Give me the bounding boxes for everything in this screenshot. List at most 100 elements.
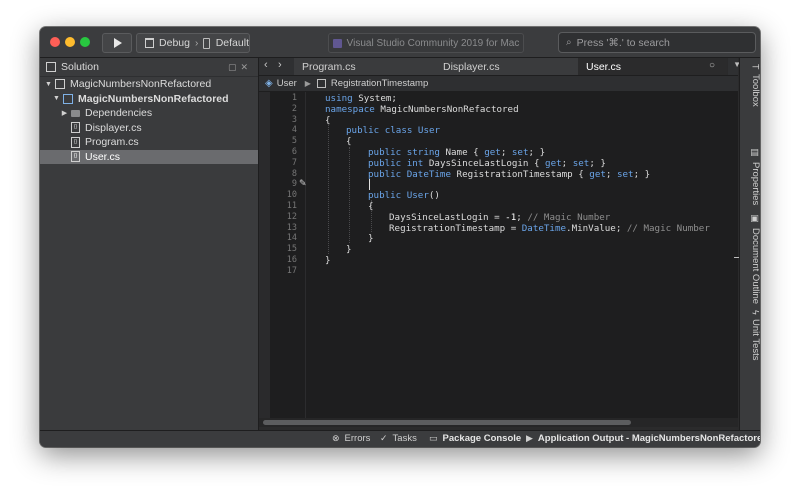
tasks-pad-button[interactable]: ✓ Tasks <box>380 433 417 444</box>
search-placeholder: Press '⌘.' to search <box>576 36 670 49</box>
path-member-selector[interactable]: RegistrationTimestamp <box>331 78 428 89</box>
tab-program-cs[interactable]: Program.cs <box>294 58 442 75</box>
ide-window: Debug › Default Visual Studio Community … <box>40 27 760 447</box>
line-number: 4 <box>291 125 297 136</box>
navigate-back-icon[interactable]: ‹ <box>264 59 268 71</box>
close-window-button[interactable] <box>50 37 60 47</box>
code-line: } <box>368 233 374 244</box>
tree-item-displayer[interactable]: {} Displayer.cs <box>40 121 258 136</box>
window-icon <box>145 38 155 48</box>
folding-margin <box>305 92 306 418</box>
tree-item-program[interactable]: {} Program.cs <box>40 135 258 150</box>
tree-item-label: Program.cs <box>85 136 139 149</box>
line-number: 8 <box>291 168 297 179</box>
search-icon: ⌕ <box>566 37 572 48</box>
collapsed-triangle-icon[interactable]: ▶ <box>60 109 69 117</box>
main-toolbar: Debug › Default Visual Studio Community … <box>40 27 760 58</box>
code-token: } <box>368 233 374 245</box>
code-line: public class User <box>346 125 440 136</box>
path-class-selector[interactable]: User <box>277 78 297 89</box>
code-line: public DateTime RegistrationTimestamp { … <box>368 169 650 180</box>
minimize-window-button[interactable] <box>65 37 75 47</box>
dock-document-outline[interactable]: ▣ Document Outline <box>740 214 760 314</box>
application-output-button[interactable]: ▶ Application Output - MagicNumbersNonRe… <box>526 433 760 444</box>
code-line: public User() <box>368 190 440 201</box>
text-caret <box>369 179 370 191</box>
code-token: ; } <box>633 168 651 180</box>
document-tabs: ‹ › Program.cs Displayer.cs User.cs ○ ▼ <box>259 58 741 76</box>
pad-controls-icon[interactable]: ▢✕ <box>228 62 252 73</box>
line-number: 2 <box>291 103 297 114</box>
tree-item-dependencies[interactable]: ▶ Dependencies <box>40 106 258 121</box>
code-line: public int DaysSinceLastLogin { get; set… <box>368 158 606 169</box>
editor-gutter: 1 2 3 4 5 6 7 8 9 10 11 12 13 14 15 16 1… <box>259 92 311 418</box>
keyword-token: get <box>545 157 562 169</box>
expanded-triangle-icon[interactable]: ▼ <box>44 81 53 88</box>
code-token: ; <box>605 168 617 180</box>
lightning-icon: ϟ <box>750 310 761 315</box>
right-dock: T Toolbox ▤ Properties ▣ Document Outlin… <box>739 58 760 430</box>
keyword-token: public <box>368 147 402 158</box>
tab-displayer-cs[interactable]: Displayer.cs <box>435 58 585 75</box>
scrollbar-thumb[interactable] <box>263 420 631 425</box>
status-label: Application Output - MagicNumbersNonRefa… <box>537 433 760 444</box>
code-line: namespace MagicNumbersNonRefactored <box>325 104 519 115</box>
type-token: User <box>401 190 429 202</box>
zoom-window-button[interactable] <box>80 37 90 47</box>
app-title: Visual Studio Community 2019 for Mac <box>346 37 520 49</box>
path-bar: ◈ User ▶ RegistrationTimestamp <box>259 76 738 92</box>
tree-item-project[interactable]: ▼ MagicNumbersNonRefactored <box>40 92 258 107</box>
keyword-token: get <box>484 147 501 158</box>
keyword-token: using <box>325 93 353 104</box>
tree-item-user[interactable]: {} User.cs <box>40 149 258 164</box>
play-icon: ▶ <box>526 433 533 443</box>
configuration-selector[interactable]: Debug › Default <box>136 33 250 53</box>
pencil-edit-icon[interactable]: ✎ <box>299 178 307 189</box>
type-token: DateTime <box>401 168 451 180</box>
code-token: () <box>428 190 440 202</box>
dock-unit-tests[interactable]: ϟ Unit Tests <box>740 310 760 390</box>
comment-token: // Magic Number <box>527 211 611 223</box>
number-token: -1 <box>505 211 517 223</box>
device-label: Default <box>215 37 249 49</box>
property-icon <box>316 79 326 88</box>
status-label: Errors <box>344 433 371 444</box>
code-line: } <box>325 255 331 266</box>
code-editor[interactable]: 1 2 3 4 5 6 7 8 9 10 11 12 13 14 15 16 1… <box>259 92 738 418</box>
keyword-token: set <box>616 168 634 180</box>
run-button[interactable] <box>102 33 132 53</box>
status-title-box: Visual Studio Community 2019 for Mac <box>328 33 524 53</box>
code-token: RegistrationTimestamp { <box>451 168 590 180</box>
line-number: 7 <box>291 157 297 168</box>
line-number: 1 <box>291 93 297 103</box>
csharp-file-icon: {} <box>71 136 80 148</box>
toolbox-icon: T <box>750 64 761 70</box>
tree-item-solution[interactable]: ▼ MagicNumbersNonRefactored <box>40 77 258 92</box>
indent-guide <box>328 125 329 254</box>
console-icon: ▭ <box>429 433 438 443</box>
tree-item-label: MagicNumbersNonRefactored <box>70 78 212 91</box>
search-input[interactable]: ⌕ Press '⌘.' to search <box>558 32 756 53</box>
keyword-token: public <box>368 157 402 169</box>
csharp-file-icon: {} <box>71 122 80 134</box>
horizontal-scrollbar[interactable] <box>259 418 738 427</box>
status-label: Package Console <box>442 433 522 444</box>
package-console-button[interactable]: ▭ Package Console <box>429 433 521 444</box>
expanded-triangle-icon[interactable]: ▼ <box>52 95 61 102</box>
tab-label: Program.cs <box>302 60 356 73</box>
status-bar: ⊗ Errors ✓ Tasks ▭ Package Console ▶ App… <box>40 430 760 447</box>
keyword-token: public <box>368 190 402 202</box>
navigate-forward-icon[interactable]: › <box>278 59 282 71</box>
keyword-token: namespace <box>325 103 375 115</box>
dock-toolbox[interactable]: T Toolbox <box>740 64 760 124</box>
dock-properties[interactable]: ▤ Properties <box>740 148 760 218</box>
code-token: ; <box>500 147 512 158</box>
path-separator-icon: ▶ <box>304 79 311 88</box>
errors-pad-button[interactable]: ⊗ Errors <box>332 433 370 444</box>
code-token: ; <box>516 211 528 223</box>
line-number: 17 <box>286 265 297 276</box>
tab-close-icon[interactable]: ○ <box>709 60 715 71</box>
tab-user-cs[interactable]: User.cs ○ ▼ <box>578 58 741 75</box>
properties-icon: ▤ <box>750 148 761 158</box>
code-text-area[interactable]: using System; namespace MagicNumbersNonR… <box>311 92 731 418</box>
